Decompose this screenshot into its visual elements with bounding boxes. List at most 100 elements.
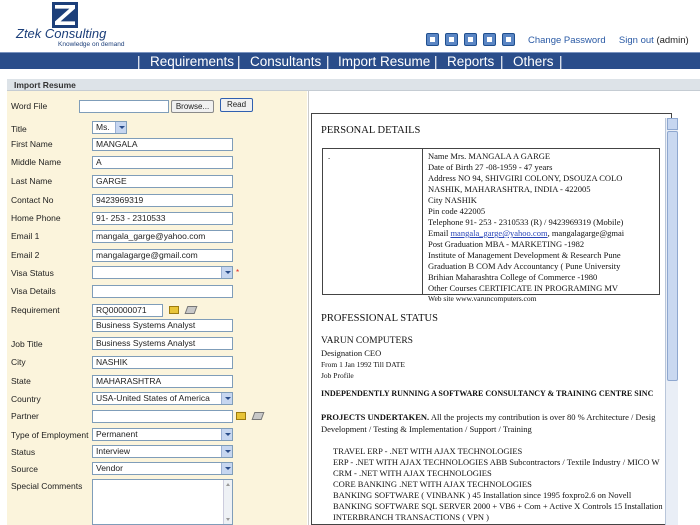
detail-line: Telephone 91- 253 - 2310533 (R) / 942396… bbox=[428, 217, 624, 227]
detail-line: NASHIK, MAHARASHTRA, INDIA - 422005 bbox=[428, 184, 591, 194]
photo-placeholder: . bbox=[328, 151, 331, 161]
country-label: Country bbox=[11, 394, 41, 404]
scrollbar-thumb[interactable] bbox=[667, 131, 678, 381]
job-title-input[interactable]: Business Systems Analyst bbox=[92, 337, 233, 350]
header: Ztek Consulting Knowledge on demand Chan… bbox=[0, 0, 700, 52]
visa-status-select[interactable] bbox=[92, 266, 233, 279]
nav-separator: | bbox=[500, 54, 504, 69]
chevron-down-icon bbox=[221, 429, 232, 440]
city-label: City bbox=[11, 357, 26, 367]
project-item: CORE BANKING .NET WITH AJAX TECHNOLOGIES bbox=[333, 479, 532, 489]
requirement-label: Requirement bbox=[11, 305, 60, 315]
last-name-label: Last Name bbox=[11, 176, 53, 186]
logo-mark-icon bbox=[52, 2, 78, 28]
email-link[interactable]: mangala_garge@yahoo.com bbox=[450, 228, 547, 238]
scroll-up-icon[interactable] bbox=[667, 118, 678, 130]
preview-scrollbar[interactable] bbox=[665, 118, 678, 525]
project-item: ERP - .NET WITH AJAX TECHNOLOGIES ABB Su… bbox=[333, 457, 660, 467]
nav-separator: | bbox=[559, 54, 563, 69]
change-password-link[interactable]: Change Password bbox=[528, 35, 606, 46]
nav-separator: | bbox=[326, 54, 330, 69]
last-name-input[interactable]: GARGE bbox=[92, 175, 233, 188]
state-label: State bbox=[11, 376, 31, 386]
project-item: BANKING SOFTWARE ( VINBANK ) 45 Installa… bbox=[333, 490, 632, 500]
visa-status-label: Visa Status bbox=[11, 268, 54, 278]
print-icon[interactable] bbox=[426, 33, 439, 46]
projects-line-2: Development / Testing & Implementation /… bbox=[321, 424, 532, 434]
city-input[interactable]: NASHIK bbox=[92, 356, 233, 369]
employment-type-label: Type of Employment bbox=[11, 430, 89, 440]
nav-item-others[interactable]: Others bbox=[513, 53, 554, 70]
email2-input[interactable]: mangalagarge@gmail.com bbox=[92, 249, 233, 262]
state-input[interactable]: MAHARASHTRA bbox=[92, 375, 233, 388]
required-marker: * bbox=[236, 268, 240, 277]
title-select[interactable]: Ms. bbox=[92, 121, 127, 134]
detail-line: Other Courses CERTIFICATE IN PROGRAMING … bbox=[428, 283, 619, 293]
read-button[interactable]: Read bbox=[220, 98, 253, 112]
contact-no-label: Contact No bbox=[11, 195, 54, 205]
contact-no-input[interactable]: 9423969319 bbox=[92, 194, 233, 207]
first-name-label: First Name bbox=[11, 139, 53, 149]
detail-line: Brihian Maharashtra College of Commerce … bbox=[428, 272, 598, 282]
project-item: BANKING SOFTWARE SQL SERVER 2000 + VB6 +… bbox=[333, 501, 663, 511]
calendar-icon[interactable] bbox=[445, 33, 458, 46]
folder-icon[interactable] bbox=[169, 306, 179, 314]
requirement-input[interactable]: RQ00000071 bbox=[92, 304, 163, 317]
nav-separator: | bbox=[137, 54, 141, 69]
partner-label: Partner bbox=[11, 411, 39, 421]
company-logo[interactable]: Ztek Consulting Knowledge on demand bbox=[8, 2, 132, 50]
grid-icon[interactable] bbox=[483, 33, 496, 46]
source-select[interactable]: Vendor bbox=[92, 462, 233, 475]
project-item: CRM - .NET WITH AJAX TECHNOLOGIES bbox=[333, 468, 492, 478]
detail-line: Graduation B COM Adv Accountancy ( Pune … bbox=[428, 261, 621, 271]
designation: Designation CEO bbox=[321, 348, 382, 358]
chevron-down-icon bbox=[115, 122, 126, 133]
chevron-down-icon bbox=[221, 267, 232, 278]
job-profile: Job Profile bbox=[321, 371, 354, 380]
projects-line: PROJECTS UNDERTAKEN. All the projects my… bbox=[321, 412, 656, 422]
folder-icon[interactable] bbox=[236, 412, 246, 420]
professional-status-heading: PROFESSIONAL STATUS bbox=[321, 313, 438, 324]
middle-name-input[interactable]: A bbox=[92, 156, 233, 169]
clock-icon[interactable] bbox=[464, 33, 477, 46]
table-left-cell: . bbox=[323, 149, 423, 294]
sign-out-link[interactable]: Sign out bbox=[619, 35, 654, 46]
nav-separator: | bbox=[237, 54, 241, 69]
employment-type-select[interactable]: Permanent bbox=[92, 428, 233, 441]
visa-details-input[interactable] bbox=[92, 285, 233, 298]
panel-header: Import Resume bbox=[7, 79, 700, 91]
email1-input[interactable]: mangala_garge@yahoo.com bbox=[92, 230, 233, 243]
logo-name: Ztek Consulting bbox=[16, 26, 107, 41]
nav-item-reports[interactable]: Reports bbox=[447, 53, 494, 70]
email1-label: Email 1 bbox=[11, 231, 40, 241]
nav-item-import-resume[interactable]: Import Resume bbox=[338, 53, 430, 70]
panel-title: Import Resume bbox=[14, 80, 76, 90]
project-item: INTERBRANCH TRANSACTIONS ( VPN ) bbox=[333, 512, 490, 522]
email-line: Email mangala_garge@yahoo.com, mangalaga… bbox=[428, 228, 625, 238]
word-file-label: Word File bbox=[11, 101, 48, 111]
detail-line: Post Graduation MBA - MARKETING -1982 bbox=[428, 239, 585, 249]
status-select[interactable]: Interview bbox=[92, 445, 233, 458]
main-nav: | Requirements | Consultants | Import Re… bbox=[0, 52, 700, 69]
detail-line: Date of Birth 27 -08-1959 - 47 years bbox=[428, 162, 553, 172]
detail-line: Pin code 422005 bbox=[428, 206, 486, 216]
project-item: TRAVEL ERP - .NET WITH AJAX TECHNOLOGIES bbox=[333, 446, 523, 456]
special-comments-textarea[interactable] bbox=[92, 479, 233, 525]
status-label: Status bbox=[11, 447, 36, 457]
textarea-scrollbar[interactable] bbox=[223, 480, 232, 524]
word-file-input[interactable] bbox=[79, 100, 169, 113]
running-statement: INDEPENDENTLY RUNNING A SOFTWARE CONSULT… bbox=[321, 389, 654, 398]
partner-input[interactable] bbox=[92, 410, 233, 423]
browse-button[interactable]: Browse... bbox=[171, 100, 214, 113]
visa-details-label: Visa Details bbox=[11, 286, 56, 296]
nav-item-requirements[interactable]: Requirements bbox=[150, 53, 234, 70]
country-select[interactable]: USA-United States of America bbox=[92, 392, 233, 405]
nav-item-consultants[interactable]: Consultants bbox=[250, 53, 321, 70]
home-phone-input[interactable]: 91- 253 - 2310533 bbox=[92, 212, 233, 225]
notes-icon[interactable] bbox=[502, 33, 515, 46]
scroll-down-icon bbox=[226, 518, 230, 521]
chevron-down-icon bbox=[221, 393, 232, 404]
first-name-input[interactable]: MANGALA bbox=[92, 138, 233, 151]
title-label: Title bbox=[11, 124, 27, 134]
email2-label: Email 2 bbox=[11, 250, 40, 260]
